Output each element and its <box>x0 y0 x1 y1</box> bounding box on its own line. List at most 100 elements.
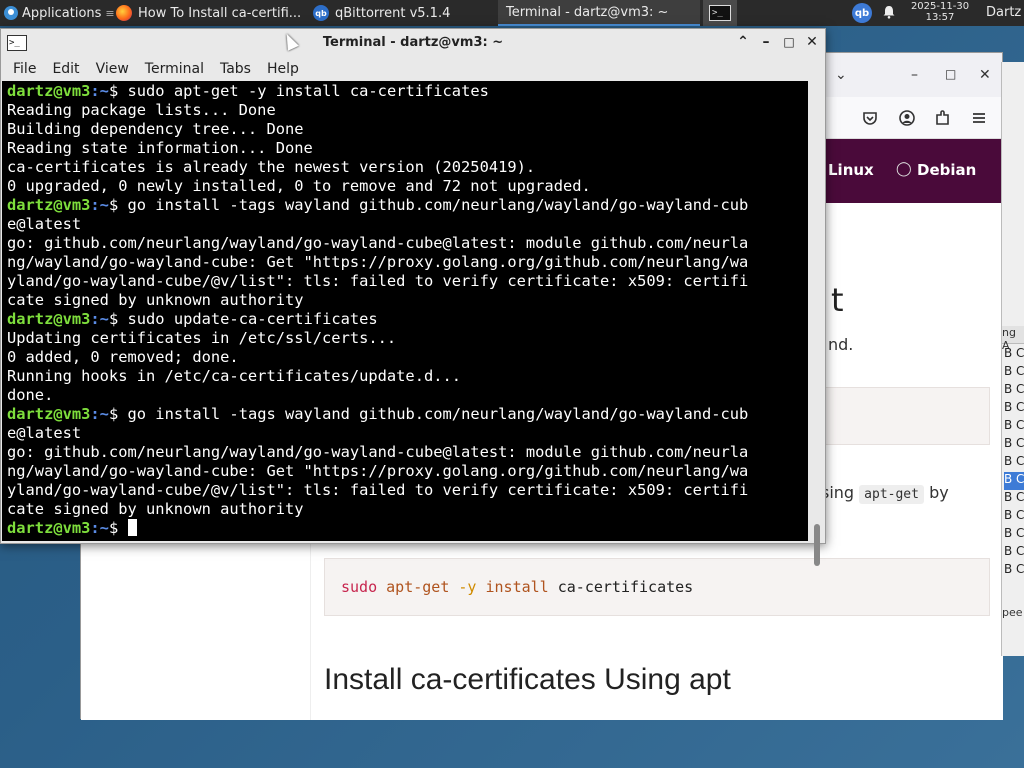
torrent-row-selected[interactable]: B C <box>1004 472 1024 490</box>
torrent-row[interactable]: B C <box>1004 364 1024 382</box>
menu-help[interactable]: Help <box>259 57 307 81</box>
output-text: Building dependency tree... Done <box>7 120 304 138</box>
torrent-row[interactable]: B C <box>1004 526 1024 544</box>
output-text: Reading state information... Done <box>7 139 313 157</box>
terminal-output-line: e@latest <box>7 424 808 443</box>
maximize-button[interactable]: □ <box>781 34 797 50</box>
torrent-row[interactable]: B C <box>1004 454 1024 472</box>
text-fragment: nd. <box>828 335 854 354</box>
user-menu[interactable]: Dartz <box>986 0 1021 26</box>
output-text: e@latest <box>7 215 82 233</box>
section-heading: Install ca-certificates Using apt <box>324 663 731 696</box>
terminal-output-line: go: github.com/neurlang/wayland/go-wayla… <box>7 443 808 462</box>
prompt-symbol: $ <box>108 196 128 214</box>
text-cursor <box>127 519 137 536</box>
output-text: done. <box>7 386 54 404</box>
output-text: cate signed by unknown authority <box>7 500 304 518</box>
terminal-output-line: 0 upgraded, 0 newly installed, 0 to remo… <box>7 177 808 196</box>
output-text: yland/go-wayland-cube/@v/list": tls: fai… <box>7 481 749 499</box>
torrent-row[interactable]: B C <box>1004 418 1024 436</box>
pocket-icon[interactable] <box>861 109 879 127</box>
account-icon[interactable] <box>898 109 916 127</box>
minimize-icon[interactable]: – <box>911 67 918 83</box>
terminal-launcher-icon: >_ <box>709 5 731 21</box>
command-text: go install -tags wayland github.com/neur… <box>127 196 749 214</box>
terminal-output-line: Running hooks in /etc/ca-certificates/up… <box>7 367 808 386</box>
nav-link-linux[interactable]: Linux <box>828 161 874 179</box>
terminal-window: >_ Terminal - dartz@vm3: ~ ⌃ – □ ✕ File … <box>0 28 826 566</box>
qbittorrent-window: ng A B C B C B C B C B C B C B C B C B C… <box>1001 62 1024 656</box>
prompt-symbol: $ <box>108 82 128 100</box>
terminal-output-line: cate signed by unknown authority <box>7 291 808 310</box>
terminal-output-line: Building dependency tree... Done <box>7 120 808 139</box>
prompt-user: dartz@vm3 <box>7 405 91 423</box>
clock-time: 13:57 <box>925 12 955 23</box>
code-token: install <box>485 578 549 596</box>
torrent-row[interactable]: B C <box>1004 562 1024 580</box>
notification-bell-icon[interactable] <box>882 5 896 19</box>
terminal-output-line: ng/wayland/go-wayland-cube: Get "https:/… <box>7 462 808 481</box>
torrent-row[interactable]: B C <box>1004 436 1024 454</box>
tab-list-chevron-icon[interactable]: ⌄ <box>835 67 847 83</box>
output-text: ng/wayland/go-wayland-cube: Get "https:/… <box>7 253 749 271</box>
menu-file[interactable]: File <box>5 57 44 81</box>
code-token: ca-certificates <box>557 578 694 596</box>
firefox-icon <box>116 5 132 21</box>
output-text: yland/go-wayland-cube/@v/list": tls: fai… <box>7 272 749 290</box>
heading-fragment: t <box>831 281 844 319</box>
top-panel: Applications ≡ How To Install ca-certifi… <box>0 0 1024 26</box>
prompt-path: :~ <box>90 519 109 537</box>
terminal-output-line: yland/go-wayland-cube/@v/list": tls: fai… <box>7 272 808 291</box>
close-button[interactable]: ✕ <box>804 34 820 50</box>
output-text: Running hooks in /etc/ca-certificates/up… <box>7 367 462 385</box>
terminal-output[interactable]: dartz@vm3:~$ sudo apt-get -y install ca-… <box>2 81 808 541</box>
extensions-icon[interactable] <box>934 109 952 127</box>
scrollbar-thumb[interactable] <box>814 524 820 566</box>
column-header[interactable]: ng A <box>1002 326 1024 352</box>
terminal-scrollbar[interactable] <box>809 81 825 566</box>
output-text: go: github.com/neurlang/wayland/go-wayla… <box>7 234 749 252</box>
torrent-row[interactable]: B C <box>1004 400 1024 418</box>
output-text: cate signed by unknown authority <box>7 291 304 309</box>
torrent-row[interactable]: B C <box>1004 544 1024 562</box>
hamburger-menu-icon[interactable] <box>970 109 988 127</box>
menu-terminal[interactable]: Terminal <box>137 57 212 81</box>
torrent-row[interactable]: B C <box>1004 490 1024 508</box>
terminal-output-line: 0 added, 0 removed; done. <box>7 348 808 367</box>
taskbar-item-firefox[interactable]: How To Install ca-certifi... <box>108 0 304 26</box>
menu-view[interactable]: View <box>88 57 137 81</box>
code-token: -y <box>458 578 477 596</box>
prompt-user: dartz@vm3 <box>7 82 91 100</box>
chevron-up-icon[interactable]: ⌃ <box>735 34 751 50</box>
command-text: go install -tags wayland github.com/neur… <box>127 405 749 423</box>
using-suffix: by <box>929 483 949 502</box>
prompt-symbol: $ <box>108 310 128 328</box>
torrent-row[interactable]: B C <box>1004 346 1024 364</box>
minimize-button[interactable]: – <box>758 34 774 50</box>
xfce-logo-icon <box>4 6 18 20</box>
prompt-path: :~ <box>90 196 109 214</box>
taskbar-item-terminal[interactable]: Terminal - dartz@vm3: ~ <box>498 0 700 26</box>
task-label: qBittorrent v5.1.4 <box>335 5 451 21</box>
paragraph-fragment: sing apt-get by <box>821 483 949 504</box>
qbittorrent-tray-icon[interactable]: qb <box>852 3 872 23</box>
code-token: sudo <box>341 578 378 596</box>
torrent-row[interactable]: B C <box>1004 382 1024 400</box>
output-text: ng/wayland/go-wayland-cube: Get "https:/… <box>7 462 749 480</box>
task-label: How To Install ca-certifi... <box>138 5 302 21</box>
clock[interactable]: 2025-11-30 13:57 <box>908 1 972 23</box>
prompt-path: :~ <box>90 405 109 423</box>
terminal-titlebar[interactable]: >_ Terminal - dartz@vm3: ~ ⌃ – □ ✕ <box>1 29 825 57</box>
close-icon[interactable]: ✕ <box>979 67 991 83</box>
torrent-row[interactable]: B C <box>1004 508 1024 526</box>
terminal-launcher-button[interactable]: >_ <box>703 0 737 26</box>
menu-edit[interactable]: Edit <box>44 57 87 81</box>
terminal-output-line: cate signed by unknown authority <box>7 500 808 519</box>
applications-menu[interactable]: Applications ≡ <box>0 0 119 26</box>
output-text: ca-certificates is already the newest ve… <box>7 158 536 176</box>
taskbar-item-qbittorrent[interactable]: qb qBittorrent v5.1.4 <box>305 0 497 26</box>
menu-tabs[interactable]: Tabs <box>212 57 259 81</box>
nav-link-debian[interactable]: Debian <box>917 161 976 179</box>
maximize-icon[interactable]: □ <box>945 67 956 81</box>
output-text: Reading package lists... Done <box>7 101 276 119</box>
